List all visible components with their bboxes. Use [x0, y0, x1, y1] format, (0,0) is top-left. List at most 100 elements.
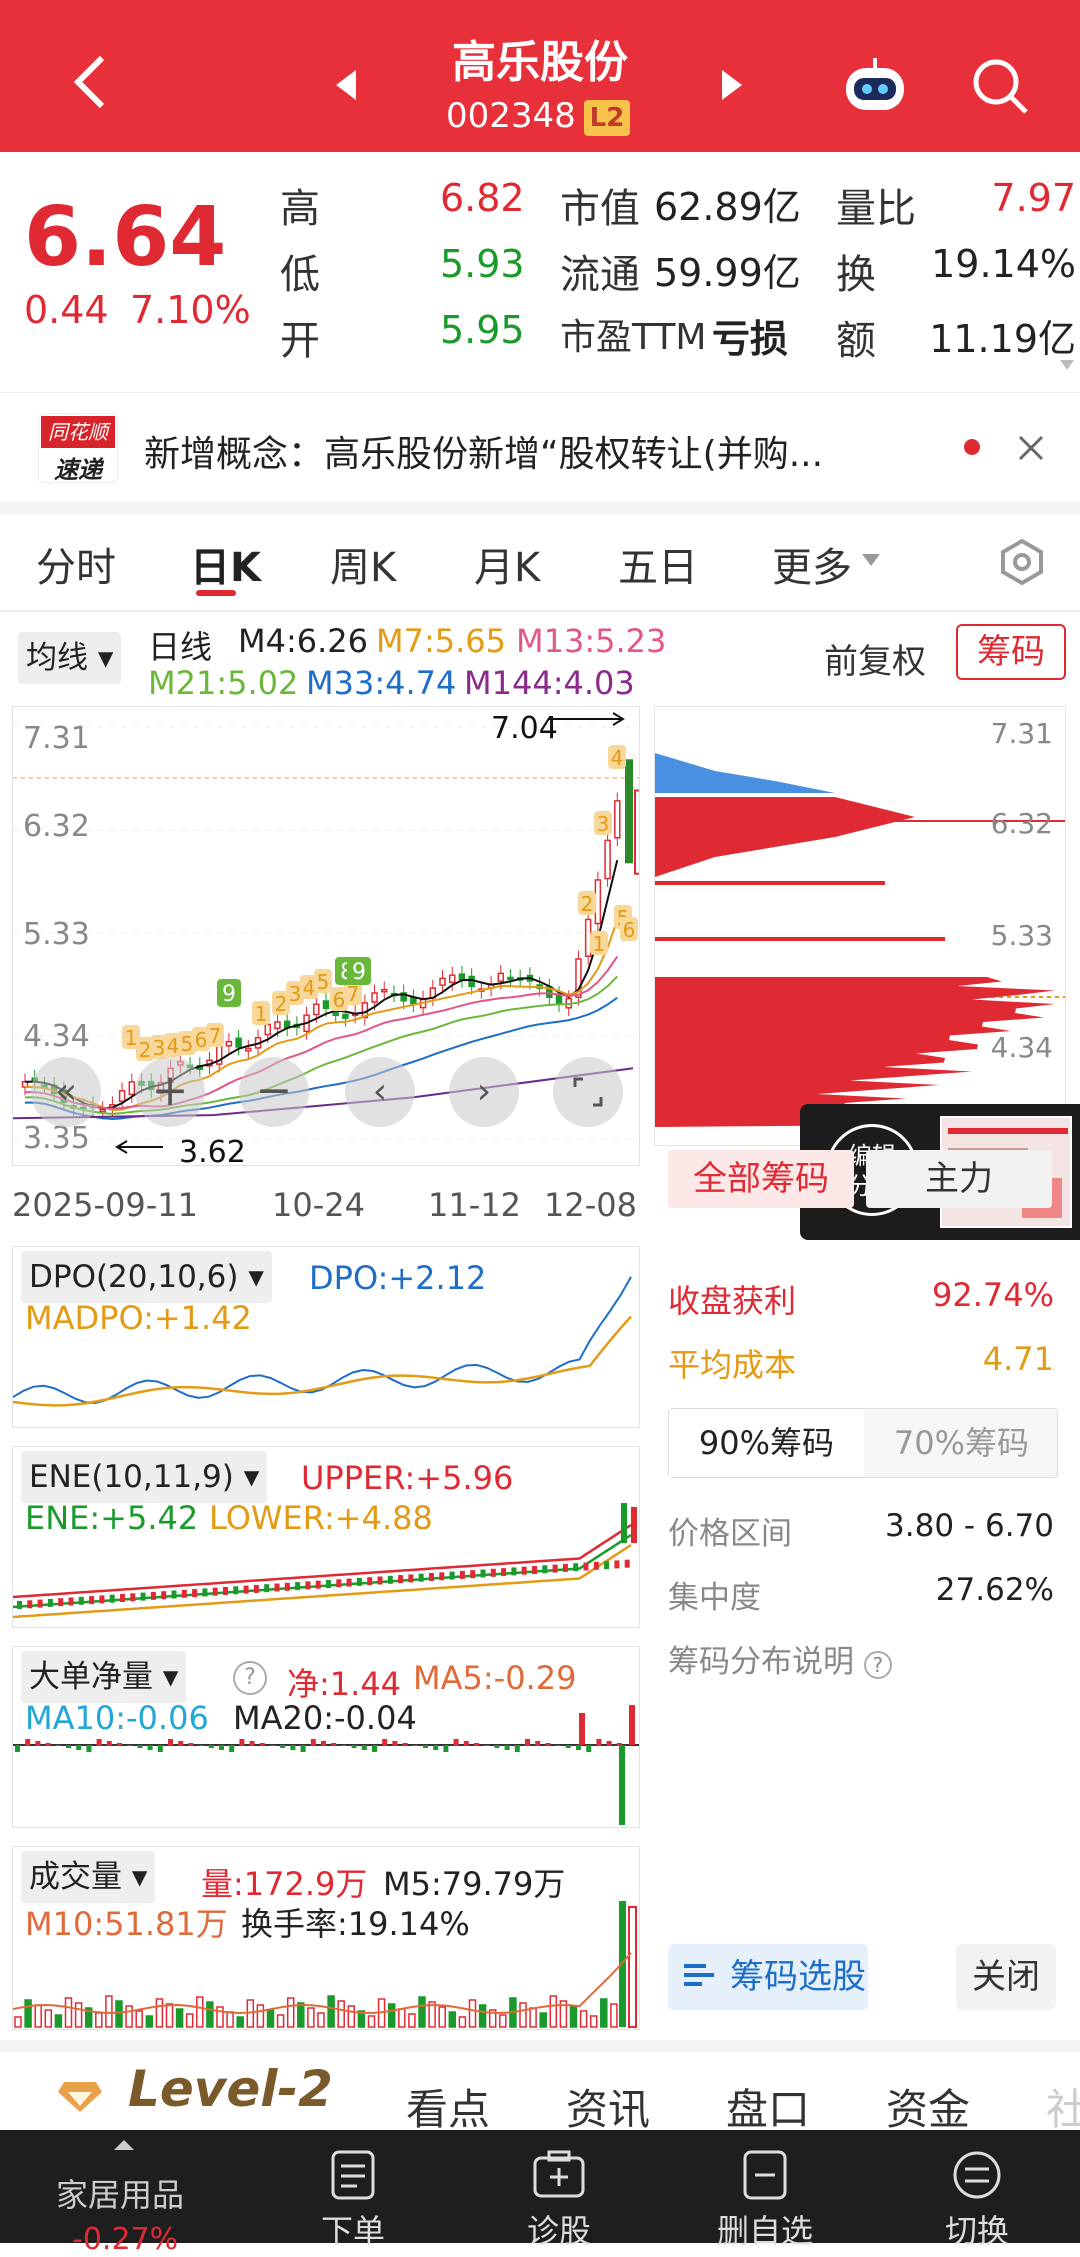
zoom-in-button[interactable]: +	[135, 1057, 205, 1127]
volume-m10: M10:51.81万	[25, 1905, 228, 1943]
volume-bar	[600, 1998, 608, 2028]
mini-candle	[367, 1577, 373, 1586]
adjust-mode[interactable]: 前复权	[824, 634, 926, 683]
volume-bar	[14, 2016, 22, 2028]
stock-code: 002348	[446, 96, 576, 136]
news-banner[interactable]: 同花顺 速递 新增概念：高乐股份新增“股权转让(并购...	[0, 392, 1080, 502]
scroll-right-button[interactable]: ›	[449, 1057, 519, 1127]
nav-switch[interactable]: 切换	[902, 2130, 1052, 2252]
mini-candle	[631, 1507, 637, 1543]
big-order-bar	[453, 1739, 459, 1746]
chip-explain-link[interactable]: 筹码分布说明 ?	[668, 1636, 1058, 1681]
tab-monthly-k[interactable]: 月K	[474, 535, 540, 593]
mini-candle	[490, 1568, 496, 1577]
tab-90-chips[interactable]: 90%筹码	[669, 1409, 864, 1477]
tab-five-day[interactable]: 五日	[618, 535, 698, 593]
chips-button[interactable]: 筹码	[956, 624, 1066, 680]
big-order-bar	[494, 1745, 500, 1748]
mini-candle	[449, 1571, 455, 1580]
nine-turn-label: 4	[303, 976, 316, 1000]
tab-highlights[interactable]: 看点	[406, 2076, 490, 2137]
chip-y-tick: 5.33	[990, 919, 1053, 952]
volume-bar	[478, 2004, 487, 2028]
ths-logo: 同花顺 速递	[38, 413, 118, 484]
nav-remove-watchlist[interactable]: 删自选	[690, 2130, 840, 2252]
big-order-bar	[535, 1741, 541, 1746]
tab-weekly-k[interactable]: 周K	[330, 535, 396, 593]
volume-bar	[347, 2005, 356, 2028]
list-icon	[684, 1964, 714, 1986]
level2-tab[interactable]: Level-2	[128, 2060, 333, 2118]
tab-orderbook[interactable]: 盘口	[726, 2076, 810, 2137]
mini-candle	[192, 1589, 198, 1598]
tab-community[interactable]: 社	[1046, 2076, 1080, 2137]
tab-news[interactable]: 资讯	[566, 2076, 650, 2137]
volume-bar	[226, 2011, 234, 2028]
chip-close-button[interactable]: 关闭	[956, 1944, 1056, 2010]
mini-candle	[542, 1565, 548, 1574]
scroll-left-button[interactable]: ‹	[345, 1057, 415, 1127]
big-order-bar	[290, 1745, 296, 1750]
fullscreen-button[interactable]	[553, 1057, 623, 1127]
big-order-bar	[270, 1745, 275, 1746]
ma4-value: M4:6.26	[238, 622, 368, 660]
volume-bar	[418, 1996, 426, 2028]
dpo-value: DPO:+2.12	[309, 1259, 487, 1297]
big-order-ma5: MA5:-0.29	[413, 1659, 577, 1697]
next-stock-icon[interactable]	[720, 68, 744, 102]
nav-order[interactable]: 下单	[278, 2130, 428, 2252]
big-order-bar	[96, 1739, 102, 1746]
kline-chart-panel[interactable]: 12345671234567123456989 7.31 6.32 5.33 4…	[12, 706, 644, 1170]
robot-assistant-icon[interactable]	[840, 56, 910, 116]
search-icon[interactable]	[970, 56, 1030, 116]
chip-distribution[interactable]: 7.31 6.32 5.33 4.34	[654, 706, 1066, 1146]
mini-candle	[418, 1573, 424, 1582]
help-icon[interactable]: ?	[233, 1661, 267, 1695]
tab-daily-k[interactable]: 日K	[190, 535, 261, 593]
unread-dot	[964, 439, 980, 455]
tab-timeshare[interactable]: 分时	[36, 535, 116, 593]
candle-body	[555, 993, 563, 1005]
tab-funds[interactable]: 资金	[886, 2076, 970, 2137]
news-text[interactable]: 新增概念：高乐股份新增“股权转让(并购...	[144, 425, 823, 477]
nav-diagnose[interactable]: 诊股	[484, 2130, 634, 2252]
float-label: 流通	[560, 252, 640, 298]
mini-candle	[521, 1566, 527, 1575]
tab-more[interactable]: 更多	[772, 535, 852, 593]
ene-selector[interactable]: ENE(10,11,9) ▾	[21, 1451, 268, 1503]
expand-icon[interactable]	[1058, 358, 1076, 372]
chip-blue	[655, 753, 835, 793]
big-order-selector[interactable]: 大单净量 ▾	[21, 1651, 187, 1703]
big-order-bar	[576, 1745, 581, 1750]
big-order-bar	[392, 1741, 398, 1746]
ene-mid: ENE:+5.42	[25, 1499, 199, 1537]
mini-candle	[624, 1559, 630, 1568]
dpo-selector[interactable]: DPO(20,10,6) ▾	[21, 1251, 272, 1303]
big-order-panel[interactable]: 大单净量 ▾ ? 净:1.44 MA5:-0.29 MA10:-0.06 MA2…	[12, 1646, 640, 1828]
fast-back-button[interactable]: «	[31, 1057, 101, 1127]
sector-name[interactable]: 家居用品	[56, 2170, 184, 2216]
chips-tab-all[interactable]: 全部筹码	[668, 1150, 854, 1208]
volume-bar	[610, 2003, 618, 2028]
chips-tab-main[interactable]: 主力	[866, 1150, 1052, 1208]
big-order-bar	[443, 1745, 449, 1752]
volume-bar	[125, 2005, 133, 2028]
volume-panel[interactable]: 成交量 ▾ 量:172.9万 M5:79.79万 M10:51.81万 换手率:…	[12, 1846, 640, 2030]
volume-bar	[145, 2015, 154, 2028]
dpo-panel[interactable]: DPO(20,10,6) ▾ DPO:+2.12 MADPO:+1.42	[12, 1246, 640, 1428]
chip-stock-select-button[interactable]: 筹码选股	[668, 1944, 868, 2010]
big-order-bar	[117, 1743, 122, 1746]
settings-hex-icon[interactable]	[998, 538, 1046, 586]
volume-selector[interactable]: 成交量 ▾	[21, 1851, 156, 1903]
level2-badge[interactable]: L2	[584, 100, 630, 136]
remove-icon	[743, 2150, 787, 2200]
mini-candle	[305, 1581, 311, 1590]
close-icon[interactable]	[1016, 433, 1046, 463]
tab-70-chips[interactable]: 70%筹码	[864, 1409, 1059, 1477]
ma-selector[interactable]: 均线 ▾	[18, 632, 122, 684]
zoom-out-button[interactable]: −	[239, 1057, 309, 1127]
max-price-label: 7.04	[491, 711, 558, 746]
ene-panel[interactable]: ENE(10,11,9) ▾ UPPER:+5.96 ENE:+5.42 LOW…	[12, 1446, 640, 1628]
mini-candle	[140, 1592, 146, 1601]
big-order-bar	[351, 1745, 357, 1748]
